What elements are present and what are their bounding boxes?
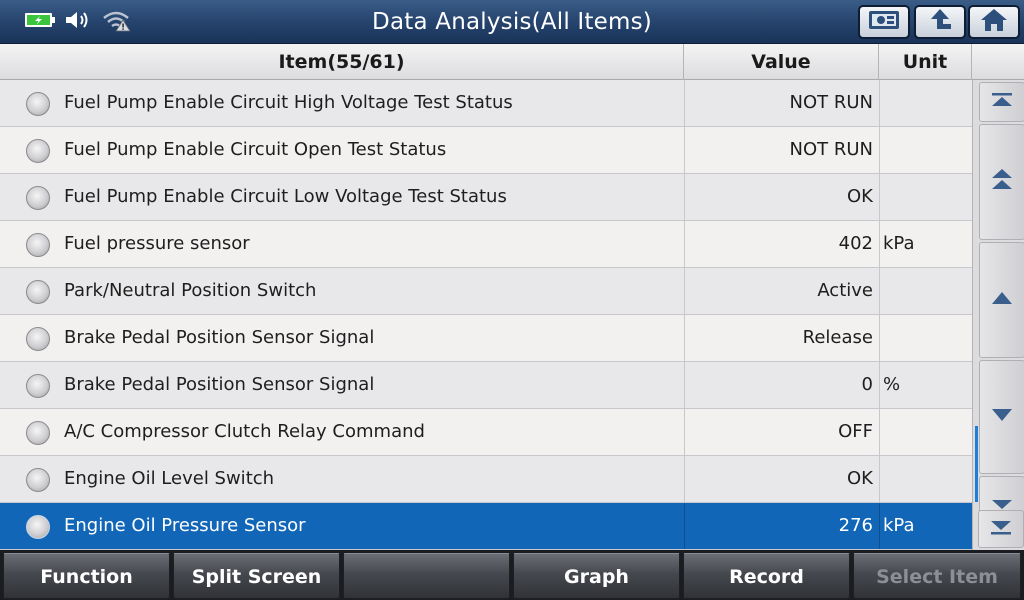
table-row[interactable]: Fuel Pump Enable Circuit High Voltage Te… <box>0 80 972 127</box>
scroll-up-button[interactable] <box>979 242 1024 358</box>
record-button[interactable]: Record <box>683 553 850 599</box>
item-value: Release <box>684 315 879 361</box>
item-unit: % <box>879 362 972 408</box>
item-value: Active <box>684 268 879 314</box>
scroll-panel[interactable] <box>972 80 1024 550</box>
down-arrow-icon <box>990 407 1014 427</box>
table-row-selected[interactable]: Engine Oil Pressure Sensor 276 kPa <box>0 503 972 550</box>
scroll-position-indicator[interactable] <box>975 426 978 502</box>
back-icon <box>925 7 955 37</box>
item-value: 0 <box>684 362 879 408</box>
bottom-toolbar: Function Split Screen Graph Record Selec… <box>0 550 1024 600</box>
item-name: Brake Pedal Position Sensor Signal <box>64 327 375 348</box>
item-unit: kPa <box>879 503 972 549</box>
item-value: OK <box>684 174 879 220</box>
back-button[interactable] <box>914 5 966 39</box>
item-value: NOT RUN <box>684 80 879 126</box>
row-radio-icon[interactable] <box>26 374 50 398</box>
item-name: Park/Neutral Position Switch <box>64 280 317 301</box>
home-button[interactable] <box>968 5 1020 39</box>
item-value: OFF <box>684 409 879 455</box>
item-unit <box>879 268 972 314</box>
row-radio-icon[interactable] <box>26 233 50 257</box>
table-header: Item(55/61) Value Unit <box>0 44 1024 80</box>
scroll-down-button[interactable] <box>979 360 1024 474</box>
item-name: Fuel Pump Enable Circuit Low Voltage Tes… <box>64 186 507 207</box>
table-body: Fuel Pump Enable Circuit High Voltage Te… <box>0 80 972 550</box>
graph-button[interactable]: Graph <box>513 553 680 599</box>
row-radio-icon[interactable] <box>26 280 50 304</box>
scroll-to-top-icon <box>990 91 1014 113</box>
item-unit: kPa <box>879 221 972 267</box>
item-name: Engine Oil Level Switch <box>64 468 275 489</box>
item-name: A/C Compressor Clutch Relay Command <box>64 421 425 442</box>
item-value: NOT RUN <box>684 127 879 173</box>
table-row[interactable]: Brake Pedal Position Sensor Signal Relea… <box>0 315 972 362</box>
table-row[interactable]: Park/Neutral Position Switch Active <box>0 268 972 315</box>
item-value: 276 <box>684 503 879 549</box>
row-radio-icon[interactable] <box>26 92 50 116</box>
scroll-to-bottom-icon <box>989 518 1013 540</box>
select-item-button[interactable]: Select Item <box>853 553 1021 599</box>
item-name: Fuel Pump Enable Circuit High Voltage Te… <box>64 92 513 113</box>
item-unit <box>879 409 972 455</box>
item-unit <box>879 456 972 502</box>
table-row[interactable]: Fuel Pump Enable Circuit Low Voltage Tes… <box>0 174 972 221</box>
table-row[interactable]: A/C Compressor Clutch Relay Command OFF <box>0 409 972 456</box>
item-value: OK <box>684 456 879 502</box>
item-value: 402 <box>684 221 879 267</box>
row-radio-icon[interactable] <box>26 468 50 492</box>
item-unit <box>879 127 972 173</box>
scroll-bottom-button[interactable] <box>978 510 1024 548</box>
function-button[interactable]: Function <box>3 553 170 599</box>
up-arrow-icon <box>990 290 1014 310</box>
double-up-icon <box>990 167 1014 197</box>
item-unit <box>879 174 972 220</box>
home-icon <box>979 7 1009 37</box>
table-row[interactable]: Brake Pedal Position Sensor Signal 0 % <box>0 362 972 409</box>
row-radio-icon[interactable] <box>26 139 50 163</box>
table-row[interactable]: Fuel pressure sensor 402 kPa <box>0 221 972 268</box>
row-radio-icon[interactable] <box>26 186 50 210</box>
column-header-spacer <box>972 44 1024 80</box>
column-header-unit: Unit <box>879 44 972 80</box>
row-radio-icon[interactable] <box>26 515 50 539</box>
split-screen-button[interactable]: Split Screen <box>173 553 340 599</box>
column-header-value: Value <box>684 44 879 80</box>
item-unit <box>879 80 972 126</box>
title-bar: Data Analysis(All Items) <box>0 0 1024 44</box>
item-name: Fuel Pump Enable Circuit Open Test Statu… <box>64 139 447 160</box>
item-unit <box>879 315 972 361</box>
table-row[interactable]: Fuel Pump Enable Circuit Open Test Statu… <box>0 127 972 174</box>
item-name: Fuel pressure sensor <box>64 233 250 254</box>
row-radio-icon[interactable] <box>26 421 50 445</box>
item-name: Brake Pedal Position Sensor Signal <box>64 374 375 395</box>
data-table: Item(55/61) Value Unit Fuel Pump Enable … <box>0 44 1024 550</box>
table-row[interactable]: Engine Oil Level Switch OK <box>0 456 972 503</box>
row-radio-icon[interactable] <box>26 327 50 351</box>
screenshot-button[interactable] <box>858 5 910 39</box>
item-name: Engine Oil Pressure Sensor <box>64 515 306 536</box>
blank-button[interactable] <box>343 553 510 599</box>
scroll-top-button[interactable] <box>979 82 1024 122</box>
page-up-button[interactable] <box>979 124 1024 240</box>
column-header-item[interactable]: Item(55/61) <box>0 44 684 80</box>
screenshot-icon <box>867 8 901 36</box>
